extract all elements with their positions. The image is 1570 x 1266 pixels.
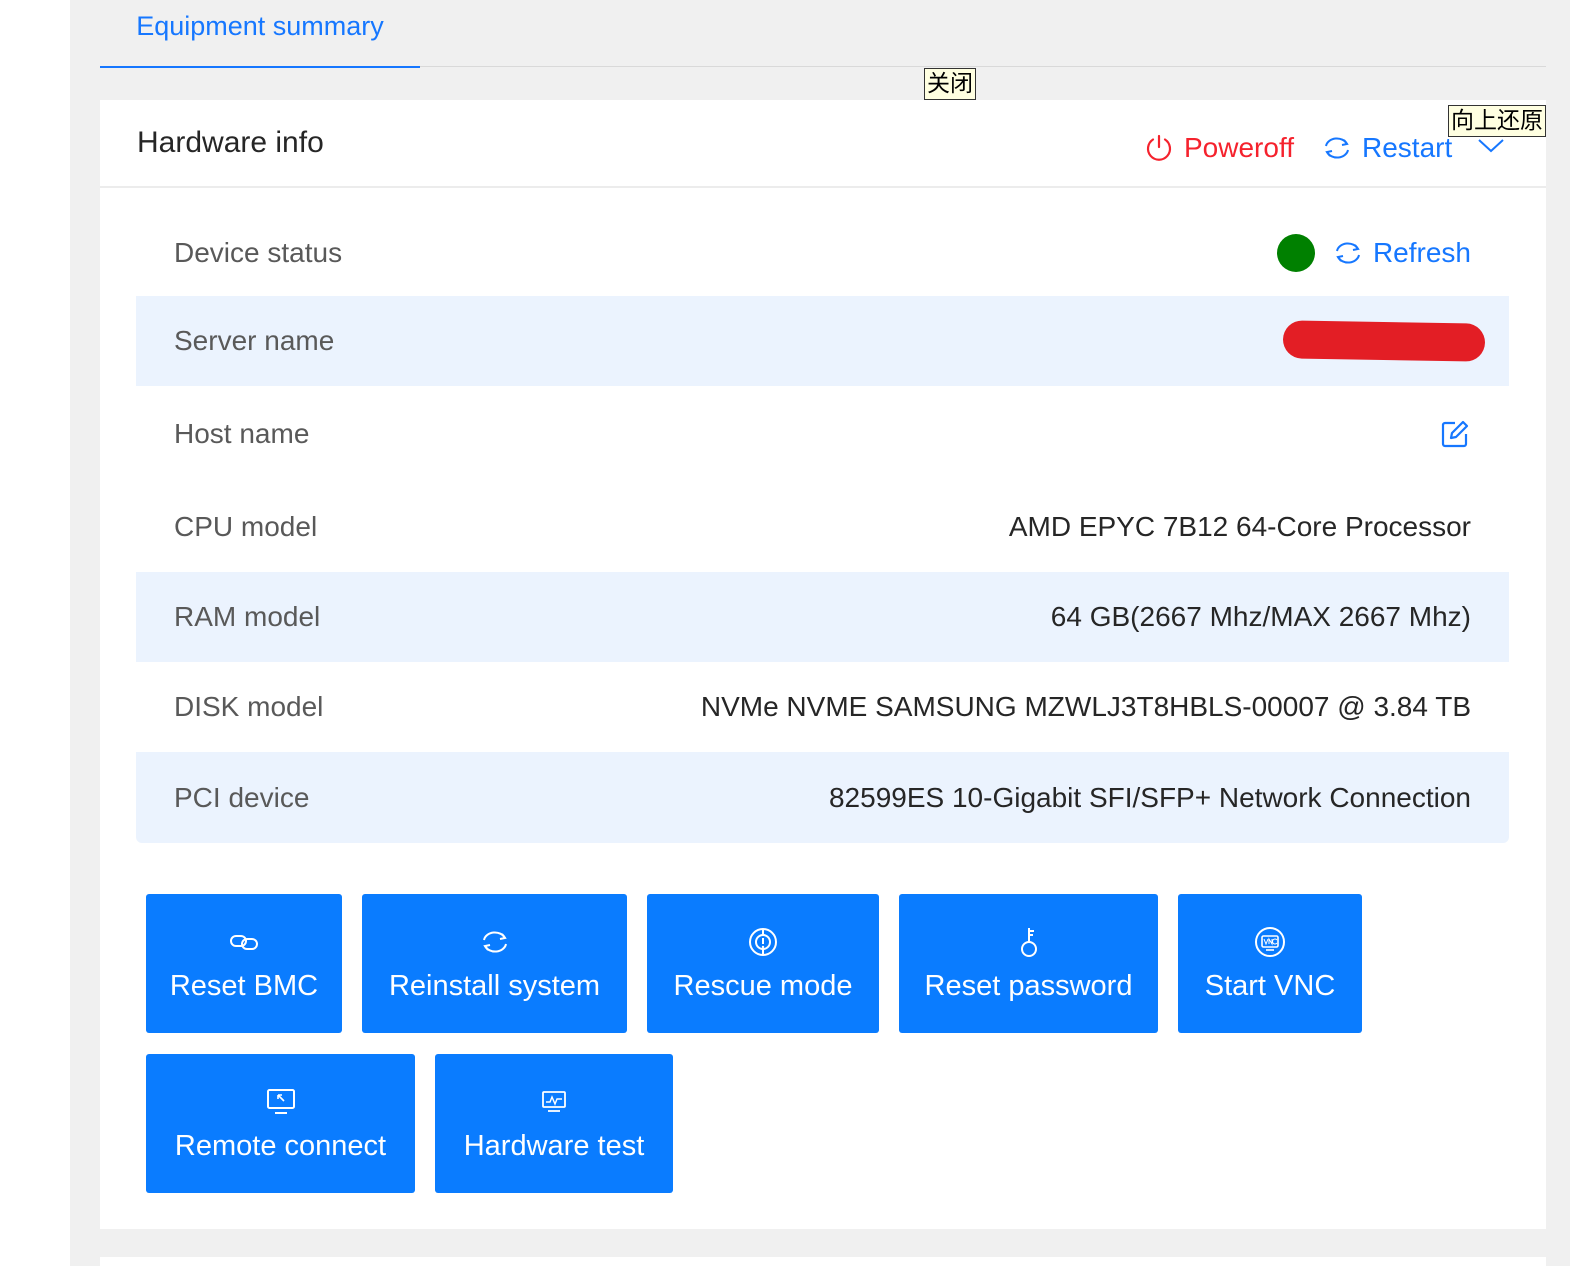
server-name-label: Server name xyxy=(174,325,335,356)
power-icon xyxy=(1146,134,1172,161)
reset-password-button[interactable]: Reset password xyxy=(899,894,1158,1033)
row-server-name: Server name xyxy=(136,296,1509,386)
restore-up-tooltip: 向上还原 xyxy=(1448,105,1546,137)
card-header: Hardware info Poweroff Restart xyxy=(100,100,1546,188)
collapse-button[interactable] xyxy=(1476,134,1506,161)
monitor-chart-icon xyxy=(542,1090,566,1112)
row-cpu-model: CPU model AMD EPYC 7B12 64-Core Processo… xyxy=(136,482,1509,572)
hardware-test-label: Hardware test xyxy=(463,1129,645,1162)
chevron-down-icon xyxy=(1478,139,1504,153)
redaction-mark xyxy=(1282,320,1486,362)
device-status-value: Refresh xyxy=(1276,210,1471,296)
disk-model-value: NVMe NVME SAMSUNG MZWLJ3T8HBLS-00007 @ 3… xyxy=(700,691,1471,722)
start-vnc-label: Start VNC xyxy=(1204,969,1336,1002)
remote-connect-button[interactable]: Remote connect xyxy=(146,1054,415,1193)
poweroff-label: Poweroff xyxy=(1184,132,1294,163)
rescue-mode-button[interactable]: Rescue mode xyxy=(647,894,879,1033)
restart-label: Restart xyxy=(1362,132,1453,163)
tab-bar: Equipment summary xyxy=(100,0,1546,68)
status-indicator xyxy=(1276,234,1315,272)
remote-desktop-icon xyxy=(266,1088,295,1114)
link-icon xyxy=(230,934,258,950)
refresh-label: Refresh xyxy=(1372,237,1471,268)
server-name-value xyxy=(1282,296,1486,386)
restart-button[interactable]: Restart xyxy=(1322,128,1452,168)
row-disk-model: DISK model NVMe NVME SAMSUNG MZWLJ3T8HBL… xyxy=(136,662,1509,752)
host-name-value xyxy=(1439,386,1471,482)
next-card-edge xyxy=(100,1257,1546,1266)
sync-icon xyxy=(482,930,507,953)
pci-device-label: PCI device xyxy=(174,781,310,813)
poweroff-button[interactable]: Poweroff xyxy=(1144,128,1294,168)
reset-bmc-label: Reset BMC xyxy=(169,969,319,1002)
edit-icon xyxy=(1441,420,1469,448)
row-device-status: Device status Refresh xyxy=(136,210,1509,296)
tab-equipment-summary[interactable]: Equipment summary xyxy=(100,0,420,68)
row-host-name: Host name xyxy=(136,386,1509,482)
sync-icon xyxy=(1325,137,1349,159)
host-name-label: Host name xyxy=(174,418,310,449)
close-tooltip: 关闭 xyxy=(924,68,976,100)
cpu-model-label: CPU model xyxy=(174,511,318,542)
refresh-button[interactable]: Refresh xyxy=(1333,237,1471,269)
lifebuoy-icon xyxy=(749,927,777,956)
ram-model-label: RAM model xyxy=(174,601,321,632)
row-pci-device: PCI device 82599ES 10-Gigabit SFI/SFP+ N… xyxy=(136,752,1509,843)
remote-connect-label: Remote connect xyxy=(174,1129,387,1162)
rescue-mode-label: Rescue mode xyxy=(673,969,853,1002)
disk-model-label: DISK model xyxy=(174,691,324,722)
key-icon xyxy=(1020,927,1037,957)
sync-icon xyxy=(1335,242,1360,264)
device-status-label: Device status xyxy=(174,237,343,268)
hardware-info-card: Hardware info Poweroff Restart Device st… xyxy=(100,100,1546,1229)
card-title: Hardware info xyxy=(137,126,324,159)
reset-password-label: Reset password xyxy=(924,969,1133,1002)
start-vnc-button[interactable]: Start VNC xyxy=(1178,894,1362,1033)
edit-host-name-button[interactable] xyxy=(1439,418,1471,450)
reinstall-system-button[interactable]: Reinstall system xyxy=(362,894,627,1033)
hardware-test-button[interactable]: Hardware test xyxy=(435,1054,673,1193)
row-ram-model: RAM model 64 GB(2667 Mhz/MAX 2667 Mhz) xyxy=(136,572,1509,662)
reset-bmc-button[interactable]: Reset BMC xyxy=(146,894,342,1033)
cpu-model-value: AMD EPYC 7B12 64-Core Processor xyxy=(1008,511,1471,542)
pci-device-value: 82599ES 10-Gigabit SFI/SFP+ Network Conn… xyxy=(828,781,1471,813)
reinstall-system-label: Reinstall system xyxy=(388,969,601,1002)
vnc-icon xyxy=(1255,926,1285,957)
ram-model-value: 64 GB(2667 Mhz/MAX 2667 Mhz) xyxy=(1050,601,1471,632)
